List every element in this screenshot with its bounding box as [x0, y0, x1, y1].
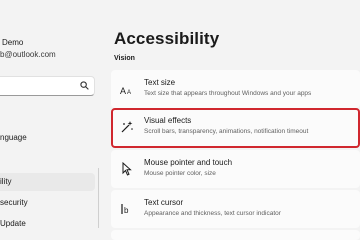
- text-size-setting[interactable]: A A Text size Text size that appears thr…: [111, 70, 360, 108]
- sidebar-item-label: security: [0, 198, 28, 207]
- card-title: Text cursor: [144, 198, 184, 207]
- text-cursor-setting[interactable]: b Text cursor Appearance and thickness, …: [111, 190, 360, 228]
- sidebar-item-privacy-security[interactable]: security: [0, 194, 95, 212]
- card-title: Mouse pointer and touch: [144, 158, 233, 167]
- text-cursor-icon: b: [120, 202, 134, 216]
- sidebar-item-accessibility[interactable]: ility: [0, 173, 95, 191]
- next-setting-partial[interactable]: [111, 230, 360, 240]
- sidebar-item-windows-update[interactable]: Update: [0, 215, 95, 233]
- user-name: Demo: [2, 38, 24, 47]
- card-description: Text size that appears throughout Window…: [144, 90, 312, 97]
- card-title: Visual effects: [144, 116, 192, 125]
- page-title: Accessibility: [114, 29, 220, 48]
- mouse-pointer-setting[interactable]: Mouse pointer and touch Mouse pointer co…: [111, 150, 360, 188]
- text-size-icon: A A: [120, 82, 134, 96]
- sidebar-item-label: Update: [0, 219, 26, 228]
- card-description: Appearance and thickness, text cursor in…: [144, 210, 281, 217]
- card-title: Text size: [144, 78, 176, 87]
- section-heading: Vision: [114, 55, 135, 62]
- svg-text:b: b: [124, 206, 129, 215]
- search-input[interactable]: [0, 76, 95, 96]
- card-description: Mouse pointer color, size: [144, 170, 216, 177]
- visual-effects-setting[interactable]: Visual effects Scroll bars, transparency…: [111, 108, 360, 148]
- sidebar: Demo b@outlook.com nguage ility security…: [0, 0, 104, 240]
- sidebar-item-label: nguage: [0, 133, 27, 142]
- user-email: b@outlook.com: [0, 50, 56, 59]
- sidebar-item-label: ility: [0, 177, 12, 186]
- mouse-pointer-icon: [120, 161, 134, 176]
- sidebar-item-time-language[interactable]: nguage: [0, 129, 95, 147]
- sidebar-scrollbar[interactable]: [98, 168, 99, 228]
- card-description: Scroll bars, transparency, animations, n…: [144, 128, 309, 135]
- svg-text:A: A: [120, 86, 126, 96]
- svg-text:A: A: [127, 90, 131, 96]
- search-icon: [80, 81, 89, 90]
- visual-effects-icon: [120, 120, 134, 134]
